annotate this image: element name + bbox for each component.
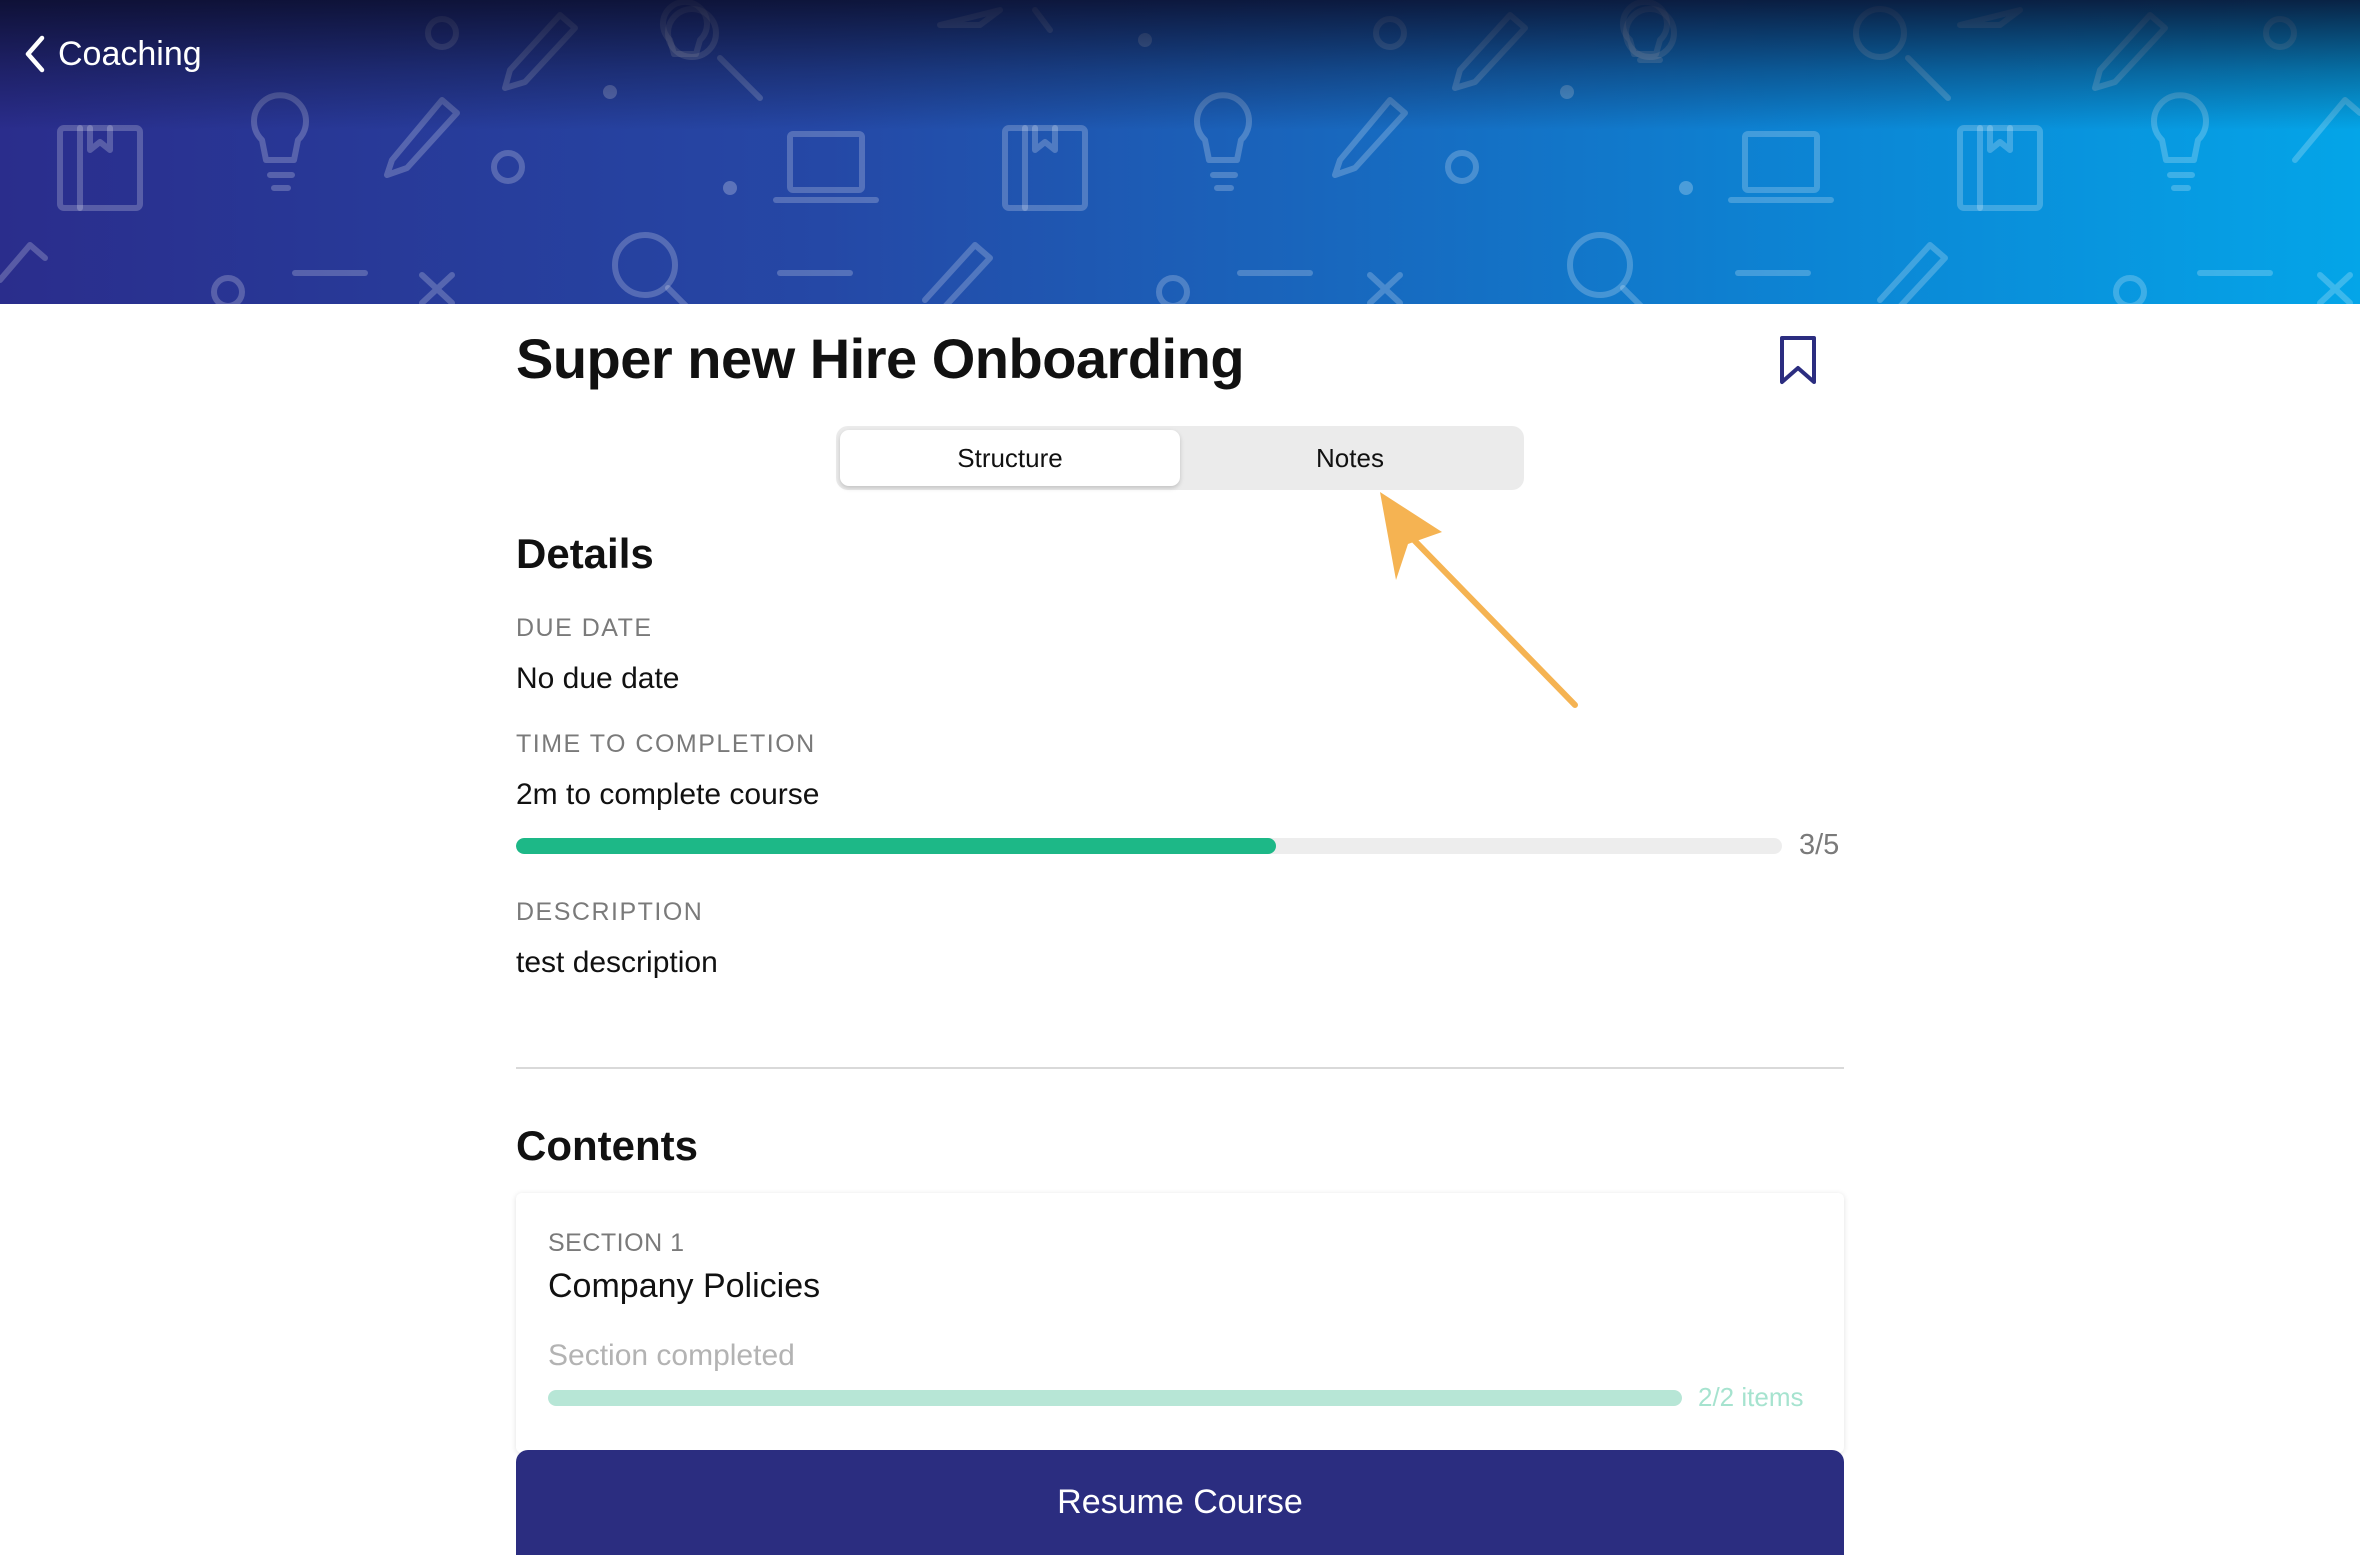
section-number: SECTION 1 (548, 1229, 685, 1257)
tab-structure[interactable]: Structure (840, 430, 1180, 486)
section-status: Section completed (548, 1339, 795, 1372)
bookmark-icon[interactable] (1778, 334, 1818, 386)
due-date-label: DUE DATE (516, 614, 653, 642)
section-item-count: 2/2 items (1698, 1382, 1804, 1412)
time-to-completion-label: TIME TO COMPLETION (516, 730, 816, 758)
contents-heading: Contents (516, 1122, 698, 1169)
back-label: Coaching (58, 34, 202, 73)
details-heading: Details (516, 530, 654, 577)
page-title: Super new Hire Onboarding (516, 327, 1245, 390)
annotation-arrow (1380, 492, 1578, 708)
tab-notes[interactable]: Notes (1180, 430, 1520, 486)
time-to-completion-value: 2m to complete course (516, 778, 820, 811)
description-label: DESCRIPTION (516, 898, 704, 926)
section-card[interactable]: SECTION 1 Company Policies Section compl… (516, 1193, 1844, 1453)
course-progress-fill (516, 838, 1276, 854)
description-value: test description (516, 946, 718, 979)
course-progress-bar (516, 838, 1782, 854)
resume-course-button[interactable]: Resume Course (516, 1450, 1844, 1555)
due-date-value: No due date (516, 662, 680, 695)
hero-shade (0, 0, 2360, 130)
section-progress-fill (548, 1390, 1682, 1406)
chevron-left-icon (25, 35, 45, 73)
back-button[interactable]: Coaching (22, 26, 202, 82)
section-progress-bar (548, 1390, 1682, 1406)
course-progress-count: 3/5 (1799, 829, 1840, 861)
section-title: Company Policies (548, 1267, 821, 1305)
section-divider (516, 1067, 1844, 1069)
hero-banner: Coaching (0, 0, 2360, 304)
